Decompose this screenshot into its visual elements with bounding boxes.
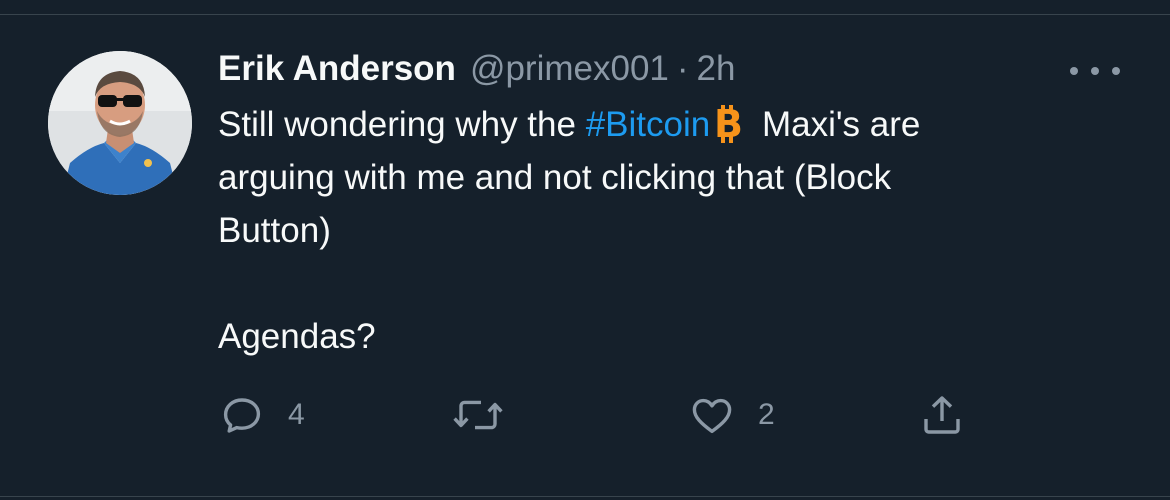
hashtag-link[interactable]: #Bitcoin (586, 105, 711, 144)
bottom-divider (0, 496, 1170, 497)
author-name[interactable]: Erik Anderson (218, 49, 456, 89)
like-icon (688, 391, 736, 439)
top-divider (0, 14, 1170, 15)
retweet-icon (451, 391, 505, 439)
tweet-header: Erik Anderson @primex001 · 2h (218, 46, 735, 92)
separator-dot: · (676, 49, 689, 88)
tweet-line-3: Button) (218, 211, 331, 250)
tweet-line-1: Still wondering why the #Bitcoin B Maxi's… (218, 98, 1118, 151)
avatar[interactable] (48, 51, 192, 195)
tweet-text: Still wondering why the #Bitcoin B Maxi's… (218, 98, 1118, 363)
share-icon (918, 391, 966, 439)
timestamp[interactable]: 2h (697, 49, 736, 89)
text-segment: Still wondering why the (218, 105, 586, 144)
svg-text:B: B (714, 104, 743, 144)
more-icon[interactable] (1070, 56, 1120, 86)
action-bar: 4 2 (218, 388, 1018, 442)
like-count: 2 (758, 398, 775, 431)
retweet-button[interactable] (451, 388, 505, 442)
author-handle[interactable]: @primex001 (470, 49, 669, 89)
bitcoin-emoji: B (712, 102, 748, 146)
share-button[interactable] (918, 388, 966, 442)
text-segment: Maxi's are (752, 105, 921, 144)
reply-icon (218, 391, 266, 439)
like-button[interactable]: 2 (688, 388, 775, 442)
reply-button[interactable]: 4 (218, 388, 305, 442)
reply-count: 4 (288, 398, 305, 431)
tweet-line-5: Agendas? (218, 317, 376, 356)
tweet-line-2: arguing with me and not clicking that (B… (218, 158, 892, 197)
